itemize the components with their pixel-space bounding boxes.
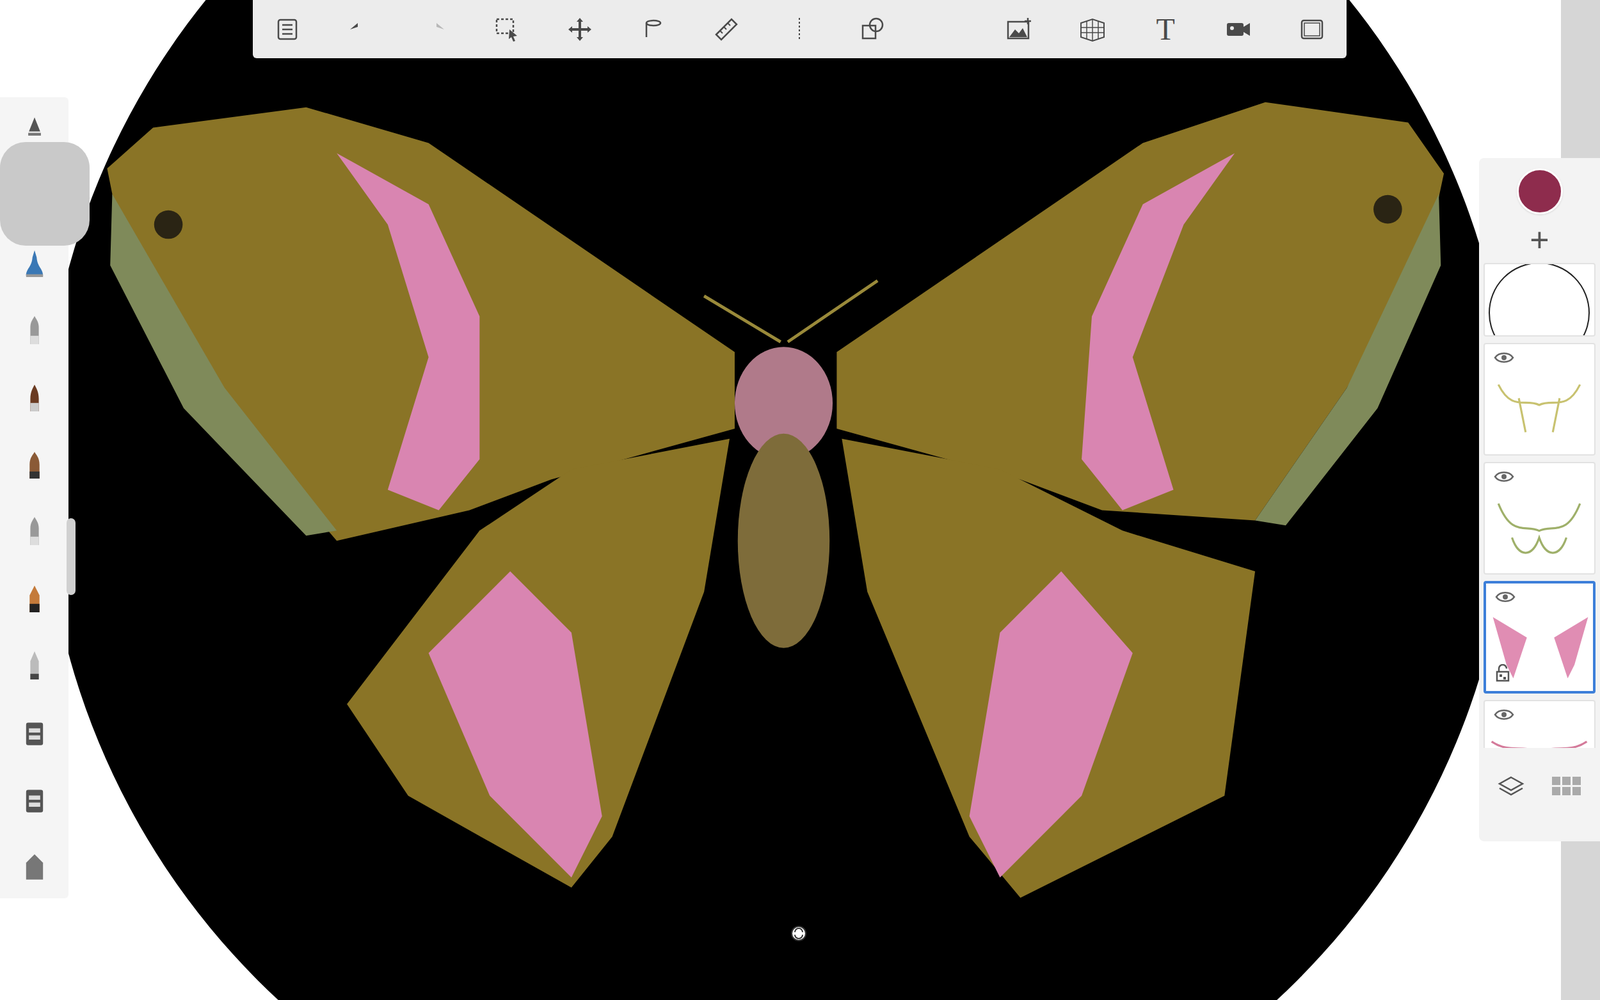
layer-preview (1484, 263, 1594, 336)
select-icon[interactable] (492, 15, 521, 44)
eye-icon[interactable] (1493, 707, 1515, 722)
add-layer-button[interactable]: + (1529, 220, 1549, 262)
layer-preview (1486, 596, 1595, 693)
move-icon[interactable] (565, 15, 594, 44)
brush-item[interactable] (17, 508, 52, 554)
shapes-tool[interactable] (856, 12, 890, 47)
layers-icon[interactable] (1496, 773, 1526, 800)
perspective-icon[interactable] (1078, 15, 1107, 44)
ruler-icon[interactable] (712, 15, 741, 44)
layer-panel: + (1479, 158, 1600, 842)
moth-artwork (106, 102, 1444, 899)
sketch-app: T + (0, 0, 1600, 1000)
brush-item[interactable] (17, 844, 52, 890)
eye-icon[interactable] (1493, 350, 1515, 365)
brush-puck[interactable] (0, 142, 90, 246)
layer-preview (1484, 357, 1594, 454)
fullscreen-icon[interactable] (1297, 15, 1327, 44)
chisel-brush-icon[interactable] (20, 646, 49, 685)
undo-icon[interactable] (346, 15, 375, 44)
layer-thumbnail[interactable] (1483, 581, 1596, 694)
brush-item[interactable] (17, 710, 52, 756)
image-icon[interactable] (1004, 15, 1033, 44)
paint-brush-icon[interactable] (20, 445, 49, 484)
layer-preview (1484, 476, 1594, 573)
layer-panel-footer (1496, 773, 1583, 800)
eye-icon[interactable] (1493, 469, 1515, 484)
video-icon[interactable] (1224, 15, 1253, 44)
fill-icon[interactable] (639, 15, 668, 44)
pen-brush-icon[interactable] (20, 512, 49, 551)
layer-thumbnail[interactable] (1483, 462, 1596, 575)
video-tool[interactable] (1221, 12, 1256, 47)
layer-list (1479, 261, 1600, 749)
shapes-icon[interactable] (858, 15, 888, 44)
symmetry-icon[interactable] (785, 15, 814, 44)
brush-item[interactable] (17, 307, 52, 353)
jar-brush-icon[interactable] (20, 713, 49, 752)
canvas[interactable] (0, 0, 1600, 1000)
image-tool[interactable] (1002, 12, 1036, 47)
brush-item[interactable] (17, 375, 52, 420)
fill-tool[interactable] (636, 12, 671, 47)
fullscreen-tool[interactable] (1295, 12, 1329, 47)
jar-brush-icon[interactable] (20, 780, 49, 820)
curve-icon[interactable] (931, 15, 960, 44)
move-tool[interactable] (563, 12, 597, 47)
brush-item[interactable] (17, 576, 52, 621)
select-tool[interactable] (490, 12, 524, 47)
curve-tool[interactable] (929, 12, 963, 47)
eraser-brush-icon[interactable] (20, 848, 49, 887)
list-icon[interactable] (273, 15, 302, 44)
undo-tool[interactable] (343, 12, 377, 47)
redo-icon[interactable] (419, 15, 448, 44)
brush-item[interactable] (17, 442, 52, 488)
text-tool-label[interactable]: T (1155, 14, 1175, 45)
palette-handle[interactable] (66, 518, 76, 596)
brush-brush-icon[interactable] (20, 378, 49, 417)
symmetry-tool[interactable] (782, 12, 816, 47)
color-swatch[interactable] (1516, 168, 1563, 215)
brush-item[interactable] (17, 240, 52, 286)
text-tool[interactable]: T (1148, 12, 1183, 47)
perspective-tool[interactable] (1075, 12, 1110, 47)
layer-thumbnail[interactable] (1483, 700, 1596, 749)
toolbar: T (252, 0, 1347, 59)
brush-item[interactable] (17, 643, 52, 688)
lock-icon[interactable] (1495, 664, 1511, 683)
bell-brush-icon[interactable] (20, 243, 49, 283)
pen-brush-icon[interactable] (20, 311, 49, 350)
list-tool[interactable] (270, 12, 304, 47)
eye-icon[interactable] (1495, 590, 1516, 605)
marker-brush-icon[interactable] (20, 579, 49, 618)
grid-icon[interactable] (1550, 775, 1583, 798)
layer-thumbnail[interactable] (1483, 343, 1596, 456)
redo-tool[interactable] (417, 12, 451, 47)
brush-item[interactable] (17, 777, 52, 823)
ruler-tool[interactable] (709, 12, 744, 47)
rotate-view-icon[interactable] (790, 925, 808, 943)
layer-thumbnail[interactable] (1483, 263, 1596, 337)
